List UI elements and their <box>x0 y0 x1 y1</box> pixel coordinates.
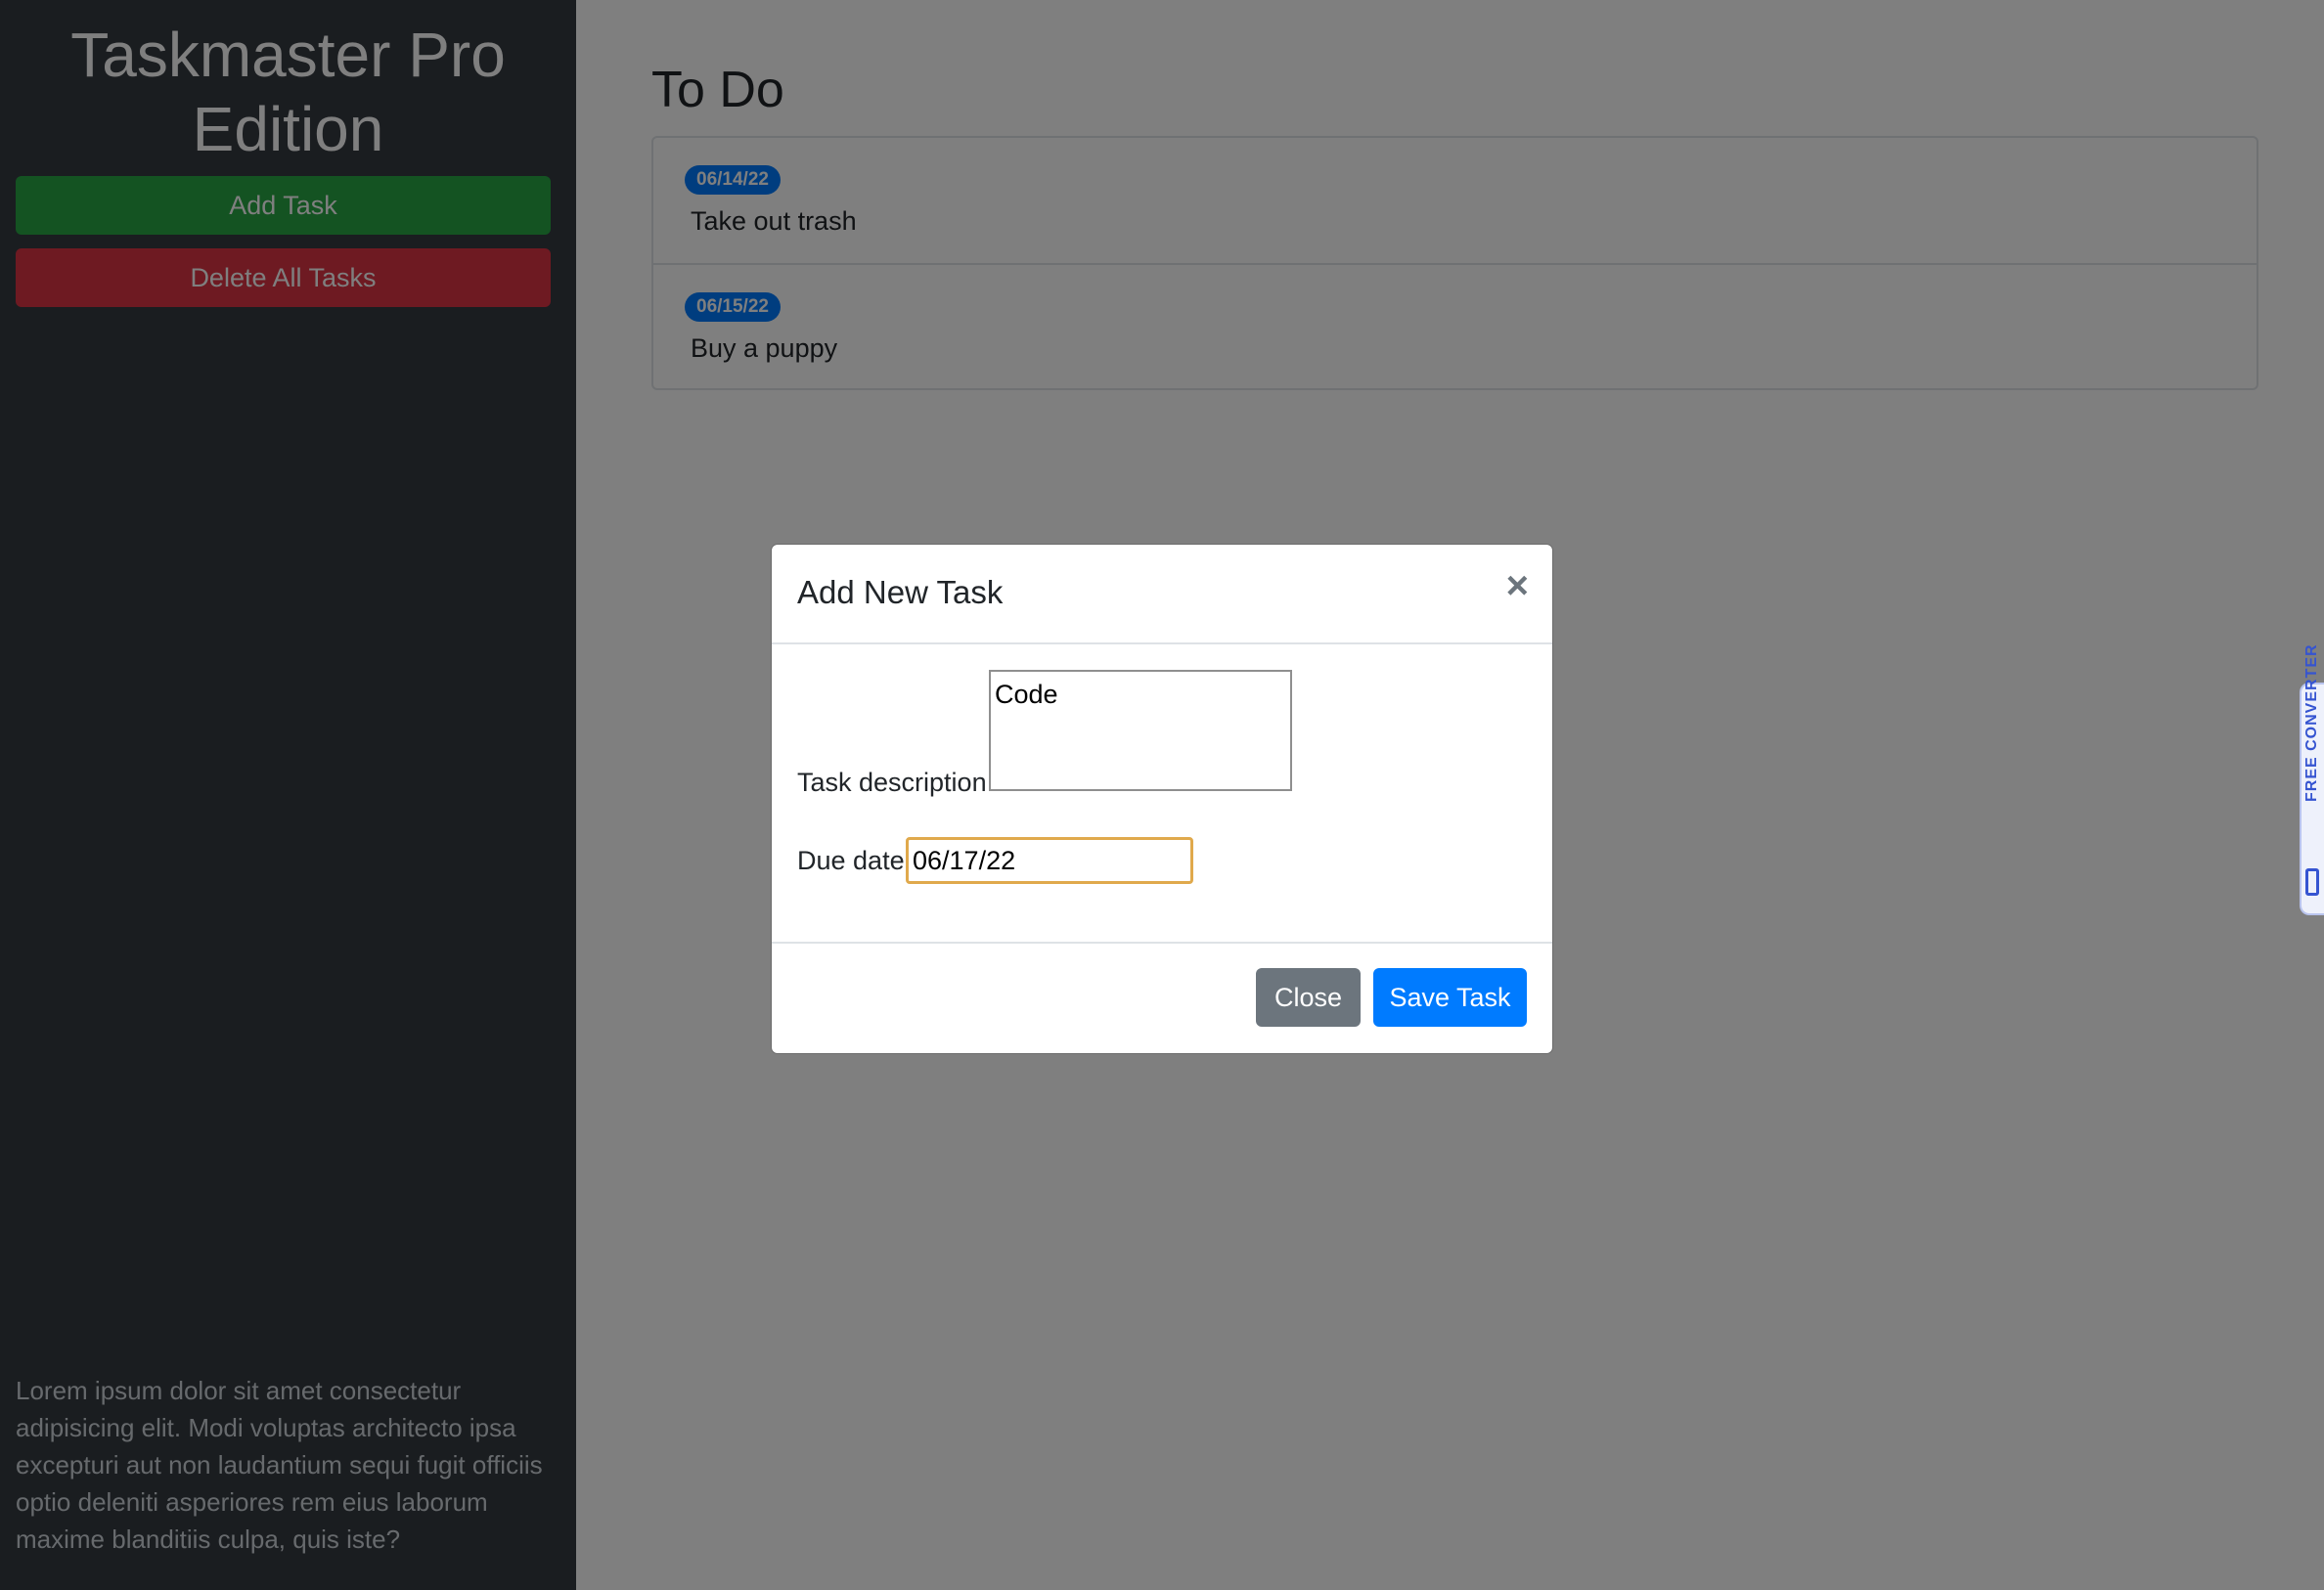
modal-header: Add New Task × <box>772 545 1552 644</box>
close-icon[interactable]: × <box>1506 566 1529 605</box>
modal-body: Task description Code Due date <box>772 644 1552 944</box>
due-date-input[interactable] <box>906 837 1193 884</box>
free-converter-side-tab[interactable]: FREE CONVERTER <box>2300 643 2324 915</box>
due-date-label: Due date <box>797 846 905 875</box>
close-button[interactable]: Close <box>1256 968 1361 1027</box>
modal-title: Add New Task <box>797 574 1004 610</box>
task-description-textarea[interactable]: Code <box>989 670 1292 791</box>
converter-logo-icon <box>2305 868 2319 896</box>
task-description-label: Task description <box>797 768 987 797</box>
add-task-modal: Add New Task × Task description Code Due… <box>772 545 1552 1053</box>
save-task-button[interactable]: Save Task <box>1373 968 1527 1027</box>
modal-footer: Close Save Task <box>772 944 1552 1055</box>
free-converter-label: FREE CONVERTER <box>2303 643 2320 802</box>
